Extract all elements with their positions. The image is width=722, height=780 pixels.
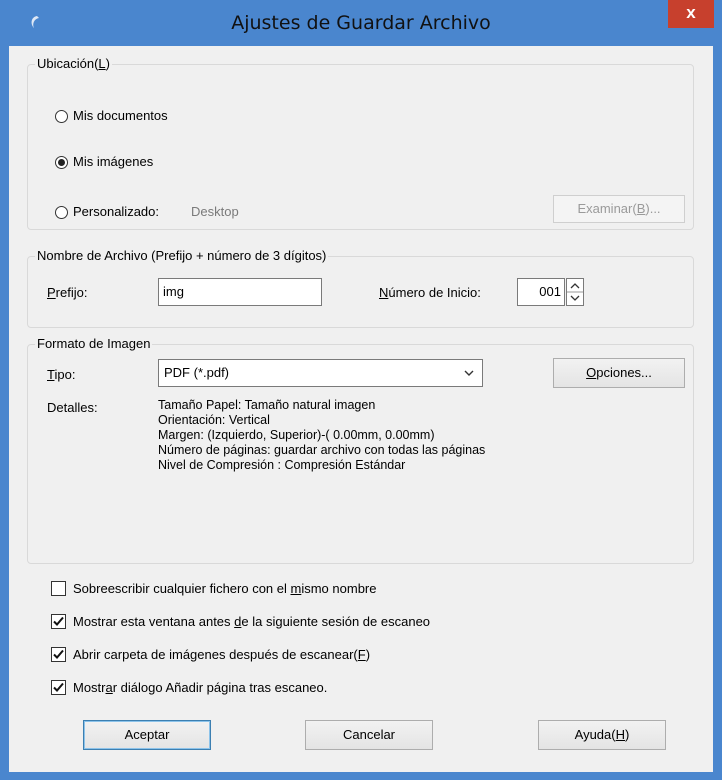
browse-button[interactable]: Examinar(B)... [553,195,685,223]
custom-path-text: Desktop [191,204,239,219]
cancel-button[interactable]: Cancelar [305,720,433,750]
chevron-down-icon [464,370,474,376]
radio-mis-imagenes[interactable] [55,156,68,169]
dialog-body: Ubicación(L) Mis documentos Mis imágenes… [9,46,713,772]
close-button[interactable]: x [668,0,714,28]
radio-mis-documentos[interactable] [55,110,68,123]
type-select[interactable]: PDF (*.pdf) [158,359,483,387]
location-group-label: Ubicación(L) [35,56,112,71]
format-group-label: Formato de Imagen [35,336,153,351]
prefix-input[interactable]: img [158,278,322,306]
window-title: Ajustes de Guardar Archivo [231,12,491,34]
accept-button[interactable]: Aceptar [83,720,211,750]
details-label: Detalles: [47,400,98,415]
checkmark-icon [53,649,64,659]
add-page-dialog-checkbox[interactable] [51,680,66,695]
show-window-checkbox[interactable] [51,614,66,629]
filename-group-label: Nombre de Archivo (Prefijo + número de 3… [35,248,329,263]
type-label: Tipo: [47,367,76,382]
checkmark-icon [53,682,64,692]
open-folder-checkbox-label[interactable]: Abrir carpeta de imágenes después de esc… [73,647,370,662]
overwrite-checkbox[interactable] [51,581,66,596]
help-button[interactable]: Ayuda(H) [538,720,666,750]
overwrite-checkbox-label[interactable]: Sobreescribir cualquier fichero con el m… [73,581,376,596]
title-bar[interactable]: Ajustes de Guardar Archivo x [0,0,722,46]
start-number-input[interactable]: 001 [517,278,565,306]
checkmark-icon [53,616,64,626]
open-folder-checkbox[interactable] [51,647,66,662]
start-number-label: Número de Inicio: [379,285,481,300]
details-text: Tamaño Papel: Tamaño natural imagen Orie… [158,398,486,472]
filename-group [27,256,694,328]
radio-mis-imagenes-label[interactable]: Mis imágenes [73,154,153,169]
close-icon: x [686,3,696,22]
radio-personalizado-label[interactable]: Personalizado: [73,204,159,219]
start-number-stepper[interactable] [566,278,584,306]
show-window-checkbox-label[interactable]: Mostrar esta ventana antes de la siguien… [73,614,430,629]
radio-mis-documentos-label[interactable]: Mis documentos [73,108,168,123]
prefix-label: Prefijo: [47,285,88,300]
dialog-window: Ajustes de Guardar Archivo x Ubicación(L… [0,0,722,780]
stepper-arrows-icon [567,283,583,301]
add-page-dialog-checkbox-label[interactable]: Mostrar diálogo Añadir página tras escan… [73,680,327,695]
options-button[interactable]: Opciones... [553,358,685,388]
radio-personalizado[interactable] [55,206,68,219]
